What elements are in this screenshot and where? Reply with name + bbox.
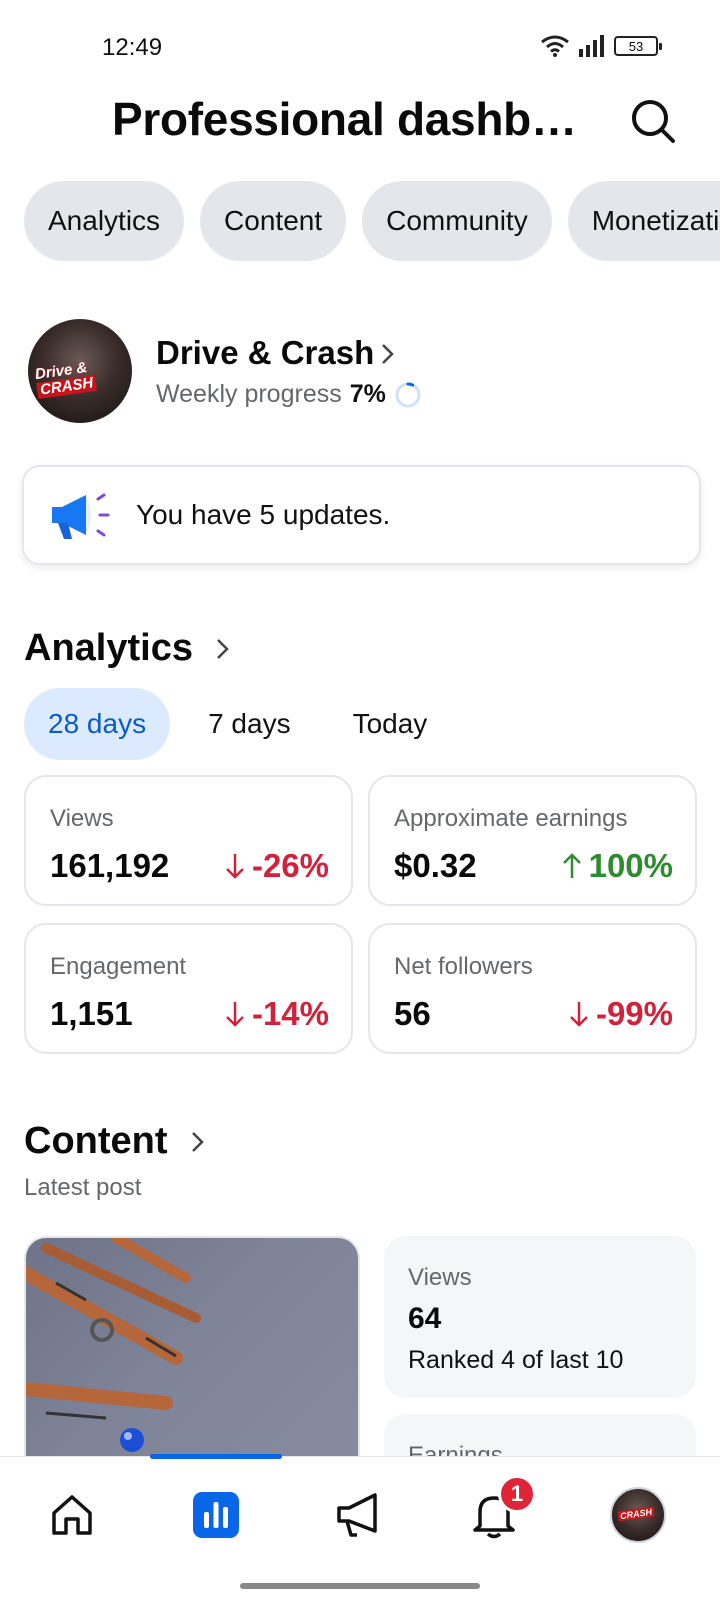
metric-change-value: -26%	[251, 847, 329, 884]
megaphone-icon	[337, 1493, 377, 1537]
avatar-logo: Drive & CRASH	[34, 359, 98, 399]
range-today[interactable]: Today	[329, 688, 452, 760]
notification-badge: 1	[498, 1475, 536, 1513]
metric-value: 56	[394, 995, 431, 1032]
signal-icon	[579, 35, 604, 57]
metric-card-net-followers[interactable]: Net followers 56 -99%	[368, 923, 697, 1054]
weekly-progress: Weekly progress 7%	[156, 380, 422, 409]
nav-home[interactable]	[40, 1483, 104, 1547]
tab-community[interactable]: Community	[362, 181, 552, 261]
metric-value: 1,151	[50, 995, 133, 1032]
metric-label: Views	[50, 805, 114, 832]
profile-avatar: CRASH	[610, 1487, 666, 1543]
chevron-right-icon[interactable]	[380, 342, 396, 366]
analytics-heading[interactable]: Analytics	[24, 627, 231, 670]
arrow-down-icon	[226, 854, 244, 879]
status-icons: 53	[540, 34, 662, 58]
arrow-up-icon	[562, 853, 581, 878]
range-28-days[interactable]: 28 days	[24, 688, 171, 760]
date-range-selector: 28 days 7 days Today	[24, 688, 465, 760]
metric-change-value: -99%	[595, 995, 673, 1032]
metric-change-value: -14%	[251, 995, 329, 1032]
metric-value: 161,192	[50, 847, 170, 884]
post-views-value: 64	[408, 1302, 442, 1335]
metric-change: -99%	[568, 995, 673, 1033]
latest-post-label: Latest post	[24, 1174, 142, 1201]
nav-promotions[interactable]	[328, 1483, 392, 1547]
dashboard-icon	[193, 1492, 239, 1538]
battery-icon: 53	[614, 36, 662, 56]
avatar-mini-logo: CRASH	[617, 1506, 655, 1522]
search-button[interactable]	[628, 96, 678, 146]
battery-level: 53	[628, 38, 644, 54]
metric-change: 100%	[561, 847, 673, 885]
bottom-navigation: 1 CRASH	[0, 1454, 720, 1600]
metric-change: -26%	[224, 847, 329, 885]
active-tab-indicator	[150, 1454, 282, 1459]
profile-avatar[interactable]: Drive & CRASH	[28, 319, 132, 423]
chevron-right-icon	[217, 638, 229, 659]
latest-post-thumbnail[interactable]	[24, 1236, 360, 1456]
tab-content[interactable]: Content	[200, 181, 347, 261]
profile-name[interactable]: Drive & Crash	[156, 334, 374, 372]
post-views-label: Views	[408, 1264, 472, 1291]
home-indicator[interactable]	[240, 1583, 480, 1589]
arrow-down-icon	[226, 1002, 244, 1027]
metric-value: $0.32	[394, 847, 477, 884]
metric-card-views[interactable]: Views 161,192 -26%	[24, 775, 353, 906]
post-image	[26, 1238, 201, 1452]
page-title: Professional dashboard	[112, 93, 592, 145]
status-bar: 12:49 53	[0, 0, 720, 96]
weekly-progress-value: 7%	[349, 380, 386, 408]
metric-label: Net followers	[394, 953, 533, 980]
wifi-icon	[541, 35, 569, 57]
range-7-days[interactable]: 7 days	[184, 688, 315, 760]
status-time: 12:49	[102, 34, 163, 61]
search-icon	[632, 100, 675, 143]
updates-card[interactable]: You have 5 updates.	[22, 465, 701, 565]
content-title: Content	[24, 1120, 168, 1162]
metric-label: Approximate earnings	[394, 805, 628, 832]
metric-label: Engagement	[50, 953, 187, 980]
tab-analytics[interactable]: Analytics	[24, 181, 185, 261]
nav-dashboard[interactable]	[184, 1483, 248, 1547]
metric-change: -14%	[224, 995, 329, 1033]
tab-monetization[interactable]: Monetization	[567, 181, 720, 261]
megaphone-icon	[52, 493, 110, 539]
nav-notifications[interactable]: 1	[462, 1475, 536, 1547]
post-views-card[interactable]: Views 64 Ranked 4 of last 10	[384, 1236, 696, 1398]
home-icon	[52, 1495, 92, 1535]
arrow-down-icon	[570, 1002, 588, 1027]
category-tabs: Analytics Content Community Monetization	[24, 181, 720, 261]
metric-card-earnings[interactable]: Approximate earnings $0.32 100%	[368, 775, 697, 906]
nav-profile[interactable]: CRASH	[606, 1483, 670, 1547]
chevron-right-icon	[191, 1131, 204, 1152]
weekly-progress-label: Weekly progress	[156, 380, 342, 408]
progress-ring-icon	[395, 382, 421, 407]
metric-change-value: 100%	[588, 847, 673, 884]
post-views-rank: Ranked 4 of last 10	[408, 1346, 624, 1374]
metric-card-engagement[interactable]: Engagement 1,151 -14%	[24, 923, 353, 1054]
content-heading[interactable]: Content	[24, 1120, 206, 1163]
analytics-title: Analytics	[24, 627, 193, 669]
updates-text: You have 5 updates.	[136, 499, 391, 530]
